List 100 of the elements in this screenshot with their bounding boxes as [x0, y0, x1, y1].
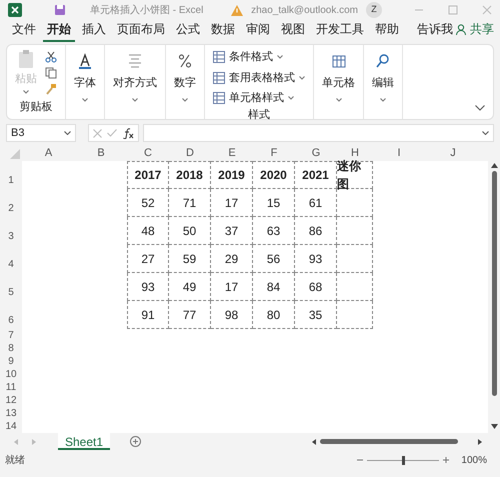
- ribbon-tab[interactable]: 审阅: [242, 20, 274, 42]
- column-header[interactable]: B: [75, 146, 127, 161]
- ribbon-tab[interactable]: 开始: [43, 20, 75, 42]
- format-painter-icon: [45, 83, 57, 95]
- ribbon-button[interactable]: 编辑: [372, 49, 394, 102]
- zoom-in-icon: [443, 457, 450, 463]
- table-cell: 37: [211, 217, 253, 245]
- row-header[interactable]: 11: [0, 381, 22, 394]
- formula-input[interactable]: [143, 124, 494, 142]
- header-cell: 2017: [127, 161, 169, 189]
- zoom-slider-thumb[interactable]: [402, 456, 406, 464]
- table-cell: [337, 189, 373, 217]
- vertical-scrollbar-thumb[interactable]: [492, 171, 496, 396]
- row-header[interactable]: 3: [0, 217, 22, 245]
- table-cell: 68: [295, 273, 337, 301]
- table-cell: 52: [127, 189, 169, 217]
- ribbon-button[interactable]: 字体: [74, 49, 96, 102]
- ribbon-button[interactable]: 数字: [174, 49, 196, 102]
- row-header[interactable]: 14: [0, 420, 22, 433]
- column-header[interactable]: C: [127, 146, 169, 161]
- function-icon: [122, 128, 134, 138]
- name-box[interactable]: B3: [6, 124, 76, 142]
- maximize-icon: [448, 5, 458, 15]
- horizontal-scrollbar-thumb[interactable]: [320, 439, 458, 444]
- row-header[interactable]: 1: [0, 161, 22, 189]
- style-menu-button[interactable]: 套用表格格式: [213, 70, 305, 86]
- style-menu-button[interactable]: 单元格样式: [213, 90, 294, 106]
- scissors-icon: [45, 51, 57, 63]
- align-icon: [128, 53, 142, 69]
- row-header[interactable]: 4: [0, 245, 22, 273]
- row-header[interactable]: 5: [0, 273, 22, 301]
- column-header[interactable]: H: [337, 146, 373, 161]
- column-header[interactable]: D: [169, 146, 211, 161]
- column-header[interactable]: A: [22, 146, 75, 161]
- table-cell: [337, 301, 373, 329]
- row-header[interactable]: 6: [0, 301, 22, 329]
- row-header[interactable]: 7: [0, 329, 22, 342]
- caret-icon: [288, 96, 294, 100]
- check-icon: [107, 129, 117, 137]
- close-icon: [482, 5, 492, 15]
- table-cell: 91: [127, 301, 169, 329]
- search-icon: [376, 53, 390, 69]
- share-button[interactable]: 共享: [456, 20, 494, 42]
- column-header[interactable]: J: [425, 146, 481, 161]
- caret-icon: [23, 90, 29, 94]
- row-header[interactable]: 10: [0, 368, 22, 381]
- dropdown-icon: [64, 131, 71, 135]
- row-header[interactable]: 12: [0, 394, 22, 407]
- warning-icon: [231, 4, 244, 16]
- zoom-out-icon: [357, 457, 364, 463]
- cells-icon: [332, 53, 346, 69]
- ribbon-tab[interactable]: 页面布局: [113, 20, 169, 42]
- table-cell: 15: [253, 189, 295, 217]
- table-cell: 63: [253, 217, 295, 245]
- row-header[interactable]: 2: [0, 189, 22, 217]
- column-header[interactable]: F: [253, 146, 295, 161]
- collapse-ribbon-icon: [475, 105, 485, 111]
- table-cell: [337, 273, 373, 301]
- ribbon-button[interactable]: 单元格: [322, 49, 355, 102]
- table-cell: 17: [211, 189, 253, 217]
- excel-logo-icon: [8, 3, 22, 17]
- caret-icon: [182, 98, 188, 102]
- table-cell: 49: [169, 273, 211, 301]
- table-cell: 93: [127, 273, 169, 301]
- table-cell: 61: [295, 189, 337, 217]
- ribbon-button[interactable]: 对齐方式: [113, 49, 157, 102]
- ribbon-tab[interactable]: 开发工具: [312, 20, 368, 42]
- ribbon-tab[interactable]: 帮助: [371, 20, 403, 42]
- save-icon: [54, 4, 66, 16]
- table-cell: 48: [127, 217, 169, 245]
- add-sheet-icon: [130, 436, 142, 447]
- ribbon-tab[interactable]: 插入: [78, 20, 110, 42]
- group-label: 剪贴板: [20, 100, 52, 114]
- avatar[interactable]: Z: [366, 2, 382, 18]
- scroll-down-icon: [490, 424, 498, 429]
- row-header[interactable]: 8: [0, 342, 22, 355]
- zoom-level[interactable]: 100%: [461, 452, 487, 468]
- sheet-tab[interactable]: Sheet1: [58, 433, 110, 450]
- table-cell: 77: [169, 301, 211, 329]
- copy-icon: [45, 67, 57, 79]
- dropdown-icon: [482, 131, 489, 135]
- row-header[interactable]: 13: [0, 407, 22, 420]
- caret-icon: [336, 98, 342, 102]
- header-cell: 2018: [169, 161, 211, 189]
- group-label: 样式: [248, 108, 270, 122]
- column-header[interactable]: G: [295, 146, 337, 161]
- tell-me-search[interactable]: 告诉我: [417, 20, 453, 42]
- status-text: 就绪: [5, 454, 25, 468]
- ribbon-tab[interactable]: 视图: [277, 20, 309, 42]
- ribbon-tab[interactable]: 公式: [172, 20, 204, 42]
- ribbon-tab[interactable]: 数据: [207, 20, 239, 42]
- column-header[interactable]: I: [373, 146, 425, 161]
- style-menu-button[interactable]: 条件格式: [213, 49, 283, 66]
- table-cell: 84: [253, 273, 295, 301]
- column-header[interactable]: E: [211, 146, 253, 161]
- row-header[interactable]: 9: [0, 355, 22, 368]
- table-cell: 86: [295, 217, 337, 245]
- header-cell: 2021: [295, 161, 337, 189]
- scroll-left-icon: [312, 438, 316, 444]
- ribbon-tab[interactable]: 文件: [8, 20, 40, 42]
